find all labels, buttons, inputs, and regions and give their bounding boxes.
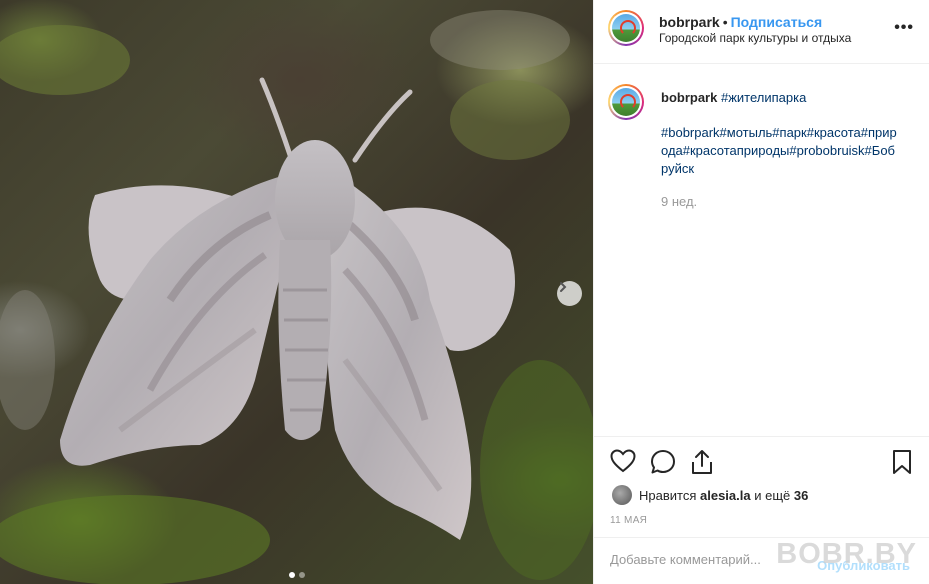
carousel-dot xyxy=(298,572,305,578)
moth-image xyxy=(0,10,593,584)
carousel-indicator xyxy=(0,572,593,578)
separator-dot: • xyxy=(722,14,728,30)
username-link[interactable]: bobrpark xyxy=(659,14,720,30)
comment-input[interactable] xyxy=(610,552,810,567)
caption-avatar[interactable] xyxy=(608,84,644,120)
carousel-dot xyxy=(288,572,295,578)
post-caption: bobrpark #жителипарка #bobrpark#мотыль#п… xyxy=(594,64,929,436)
publish-button[interactable]: Опубликовать xyxy=(817,558,910,573)
share-icon[interactable] xyxy=(690,449,714,475)
comment-icon[interactable] xyxy=(650,449,676,475)
comment-form: Опубликовать xyxy=(594,537,929,584)
post-date: 11 МАЯ xyxy=(610,515,648,526)
avatar[interactable] xyxy=(608,10,644,46)
hashtags-text[interactable]: #bobrpark#мотыль#парк#красота#природа#кр… xyxy=(661,124,901,178)
likes-middle: и ещё xyxy=(754,487,791,503)
location-link[interactable]: Городской парк культуры и отдыха xyxy=(659,31,851,45)
likes-summary: Нравится alesia.la и ещё 36 xyxy=(612,485,808,505)
header-title-line: bobrpark • Подписаться xyxy=(659,14,822,30)
more-options-icon[interactable]: ••• xyxy=(894,20,914,36)
caption-username-link[interactable]: bobrpark xyxy=(661,90,717,105)
caption-first-line: bobrpark #жителипарка xyxy=(661,90,806,105)
post-photo[interactable] xyxy=(0,0,593,584)
action-bar xyxy=(594,436,929,480)
chevron-right-icon xyxy=(560,282,567,292)
likes-count[interactable]: 36 xyxy=(794,488,808,503)
profile-picture xyxy=(612,14,640,42)
post-sidebar: bobrpark • Подписаться Городской парк куль… xyxy=(593,0,929,584)
post-header: bobrpark • Подписаться Городской парк куль… xyxy=(594,0,929,64)
heart-icon[interactable] xyxy=(610,449,636,473)
hashtag-link[interactable]: #жителипарка xyxy=(721,90,806,105)
liker-username-link[interactable]: alesia.la xyxy=(700,488,751,503)
next-photo-button[interactable] xyxy=(557,281,582,306)
profile-picture xyxy=(612,88,640,116)
follow-button[interactable]: Подписаться xyxy=(731,14,823,30)
liker-avatar[interactable] xyxy=(612,485,632,505)
bookmark-icon[interactable] xyxy=(892,449,912,475)
likes-prefix: Нравится xyxy=(639,487,697,503)
post-time-ago: 9 нед. xyxy=(661,194,698,209)
